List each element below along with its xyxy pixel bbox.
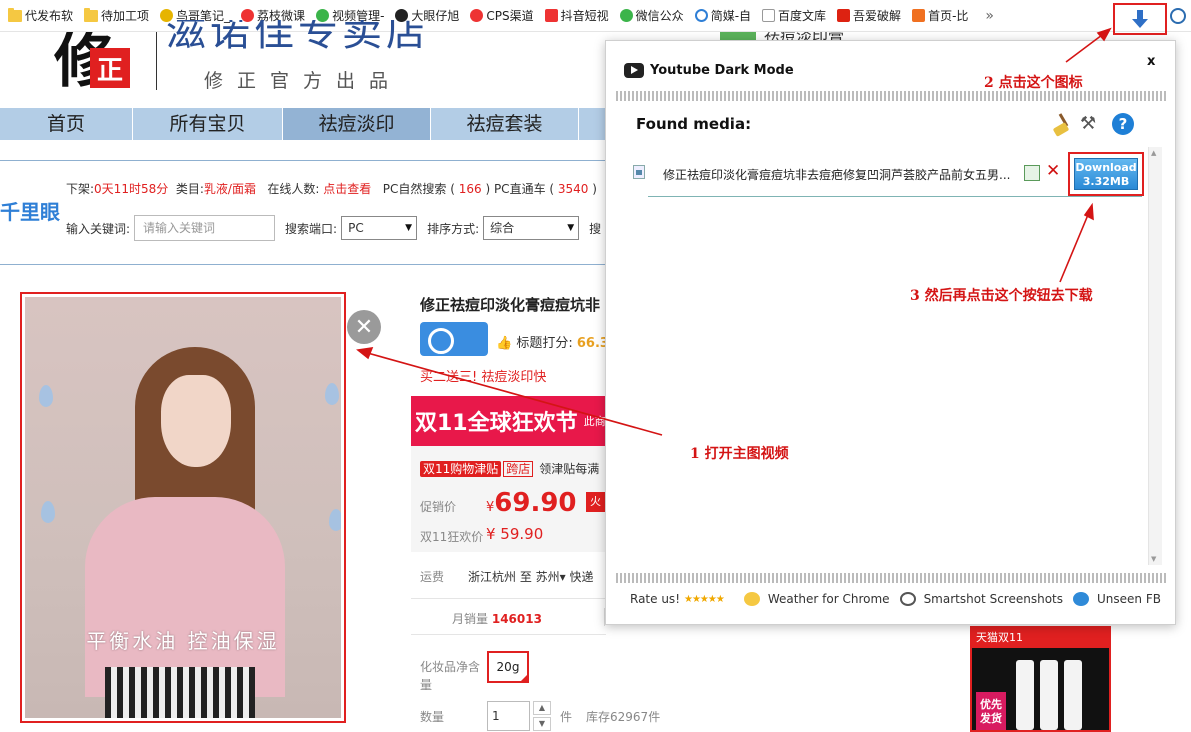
store-nav: 首页 所有宝贝 祛痘淡印 祛痘套装	[0, 108, 600, 140]
bookmark-baidu-wenku[interactable]: 百度文库	[758, 4, 830, 28]
folder-icon	[8, 7, 22, 22]
promo-price: ¥69.90	[486, 488, 577, 518]
shipping-row: 运费 浙江杭州 至 苏州▾ 快递	[420, 570, 594, 584]
stars-icon: ★★★★★	[684, 593, 725, 605]
bi-icon	[912, 9, 926, 22]
quantity-increment-button[interactable]: ▲	[533, 701, 551, 715]
quantity-input[interactable]: 1	[487, 701, 530, 731]
annotation-step3: 3 然后再点击这个按钮去下载	[910, 288, 1093, 304]
qianliyan-logo: 千里眼	[0, 200, 60, 224]
side-ad[interactable]: 天猫双11 优先发货	[970, 626, 1111, 732]
search-port-select[interactable]: PC	[341, 216, 418, 240]
popup-tools: ⚒ ?	[1052, 113, 1134, 135]
nav-acne-mark[interactable]: 祛痘淡印	[283, 108, 431, 140]
weather-icon	[743, 592, 760, 606]
stock-count: 库存62967件	[586, 710, 661, 724]
double11-price: ¥ 59.90	[486, 525, 544, 543]
wechat-icon	[619, 9, 633, 22]
product-title: 修正祛痘印淡化膏痘痘坑非	[420, 296, 601, 314]
video-downloader-popup: Youtube Dark Mode x Found media: ⚒ ? 修正祛…	[605, 40, 1176, 625]
bookmark-52pojie[interactable]: 吾爱破解	[833, 4, 905, 28]
popup-footer: Rate us! ★★★★★ Weather for Chrome Smartsh…	[630, 592, 1171, 606]
product-promo: 买二送三! 祛痘淡印快	[420, 370, 547, 385]
ship-destination-select[interactable]: 至 苏州▾	[520, 570, 566, 584]
folder-icon	[84, 7, 99, 22]
smartshot-link[interactable]: Smartshot Screenshots	[899, 592, 1063, 606]
youtube-icon	[624, 63, 644, 78]
double11-banner: 双11全球狂欢节 此商	[411, 396, 606, 446]
thumbs-up-icon: 👍	[496, 336, 513, 351]
popup-scrollbar[interactable]: ▲ ▼	[1148, 147, 1162, 565]
nav-acne-set[interactable]: 祛痘套装	[431, 108, 579, 140]
popup-close-button[interactable]: x	[1147, 54, 1155, 69]
qianliyan-search-row: 输入关键词: 请输入关键词 搜索端口: PC 排序方式: 综合 搜	[66, 214, 601, 242]
remove-media-icon[interactable]: ✕	[1046, 161, 1060, 181]
broom-icon[interactable]	[1052, 113, 1074, 135]
size-label: 化妆品净含量	[420, 660, 481, 692]
header-divider	[156, 32, 157, 90]
arrowhead-video	[356, 347, 374, 360]
nav-home[interactable]: 首页	[0, 108, 133, 140]
52pojie-icon	[837, 9, 851, 22]
tools-icon[interactable]: ⚒	[1080, 113, 1102, 135]
annotation-step1: 1 打开主图视频	[690, 446, 789, 462]
unseen-fb-link[interactable]: Unseen FB	[1073, 592, 1161, 606]
store-subtitle: 修正官方出品	[204, 70, 403, 92]
video-file-icon	[633, 165, 645, 179]
clock-extension-icon[interactable]	[1170, 8, 1186, 24]
copy-link-icon[interactable]	[1024, 165, 1040, 181]
download-highlight: Download 3.32MB	[1068, 152, 1144, 196]
help-icon[interactable]: ?	[1112, 113, 1134, 135]
keyword-input[interactable]: 请输入关键词	[134, 215, 276, 241]
media-title: 修正祛痘印淡化膏痘痘坑非去痘疤修复凹洞芦荟胶产品前女五男...	[663, 168, 1011, 182]
nav-all-items[interactable]: 所有宝贝	[133, 108, 283, 140]
plugin-badge-icon[interactable]	[420, 322, 488, 356]
main-video-player[interactable]: 平衡水油 控油保湿	[25, 297, 341, 718]
download-button[interactable]: Download 3.32MB	[1074, 158, 1138, 190]
store-logo[interactable]: 修 正	[50, 32, 150, 102]
close-video-button[interactable]: ✕	[347, 310, 381, 344]
online-count-link[interactable]: 点击查看	[323, 182, 371, 196]
bookmark-daifabu[interactable]: 代发布软	[4, 4, 77, 28]
bookmark-wechat[interactable]: 微信公众	[616, 4, 688, 28]
quantity-label: 数量	[420, 710, 445, 724]
popup-header: Youtube Dark Mode	[624, 63, 794, 78]
monthly-sales: 月销量 146013	[452, 612, 542, 626]
main-video-highlight: 平衡水油 控油保湿	[20, 292, 346, 723]
store-name[interactable]: 滋诺佳专卖店	[166, 20, 430, 58]
hot-tag: 火	[586, 492, 606, 512]
bookmarks-more-button[interactable]: »	[985, 8, 994, 24]
sort-select[interactable]: 综合	[483, 216, 580, 240]
download-icon	[544, 9, 558, 22]
video-caption: 平衡水油 控油保湿	[86, 629, 280, 653]
logo-seal: 正	[90, 48, 130, 88]
quantity-unit: 件库存62967件	[560, 710, 661, 724]
video-downloader-extension-button[interactable]	[1113, 3, 1167, 35]
bookmark-jianmei[interactable]: 简媒-自	[691, 4, 755, 28]
weather-link[interactable]: Weather for Chrome	[743, 592, 890, 606]
page-icon	[762, 9, 776, 22]
eye-icon	[1073, 592, 1089, 606]
download-arrow-icon	[1132, 10, 1148, 28]
jianmei-icon	[694, 9, 708, 22]
bookmark-cps[interactable]: CPS渠道	[466, 4, 537, 28]
bookmark-douyin[interactable]: 抖音短视	[541, 4, 613, 28]
cps-icon	[470, 9, 484, 22]
quantity-decrement-button[interactable]: ▼	[533, 717, 551, 731]
annotation-step2: 2 点击这个图标	[984, 75, 1083, 91]
qianliyan-stats: 下架:0天11时58分 类目:乳液/面霜 在线人数: 点击查看 PC自然搜索 (…	[66, 182, 597, 196]
bookmark-daijiagong[interactable]: 待加工项	[80, 4, 153, 28]
rate-us-link[interactable]: Rate us! ★★★★★	[630, 592, 734, 606]
camera-icon	[899, 592, 916, 606]
title-score: 👍 标题打分: 66.3	[496, 336, 609, 351]
found-media-label: Found media:	[636, 115, 752, 133]
bookmark-shouye-bi[interactable]: 首页-比	[908, 4, 972, 28]
size-option-20g[interactable]: 20g	[487, 651, 529, 683]
jintie-row: 双11购物津贴 跨店 领津贴每满	[420, 460, 599, 477]
